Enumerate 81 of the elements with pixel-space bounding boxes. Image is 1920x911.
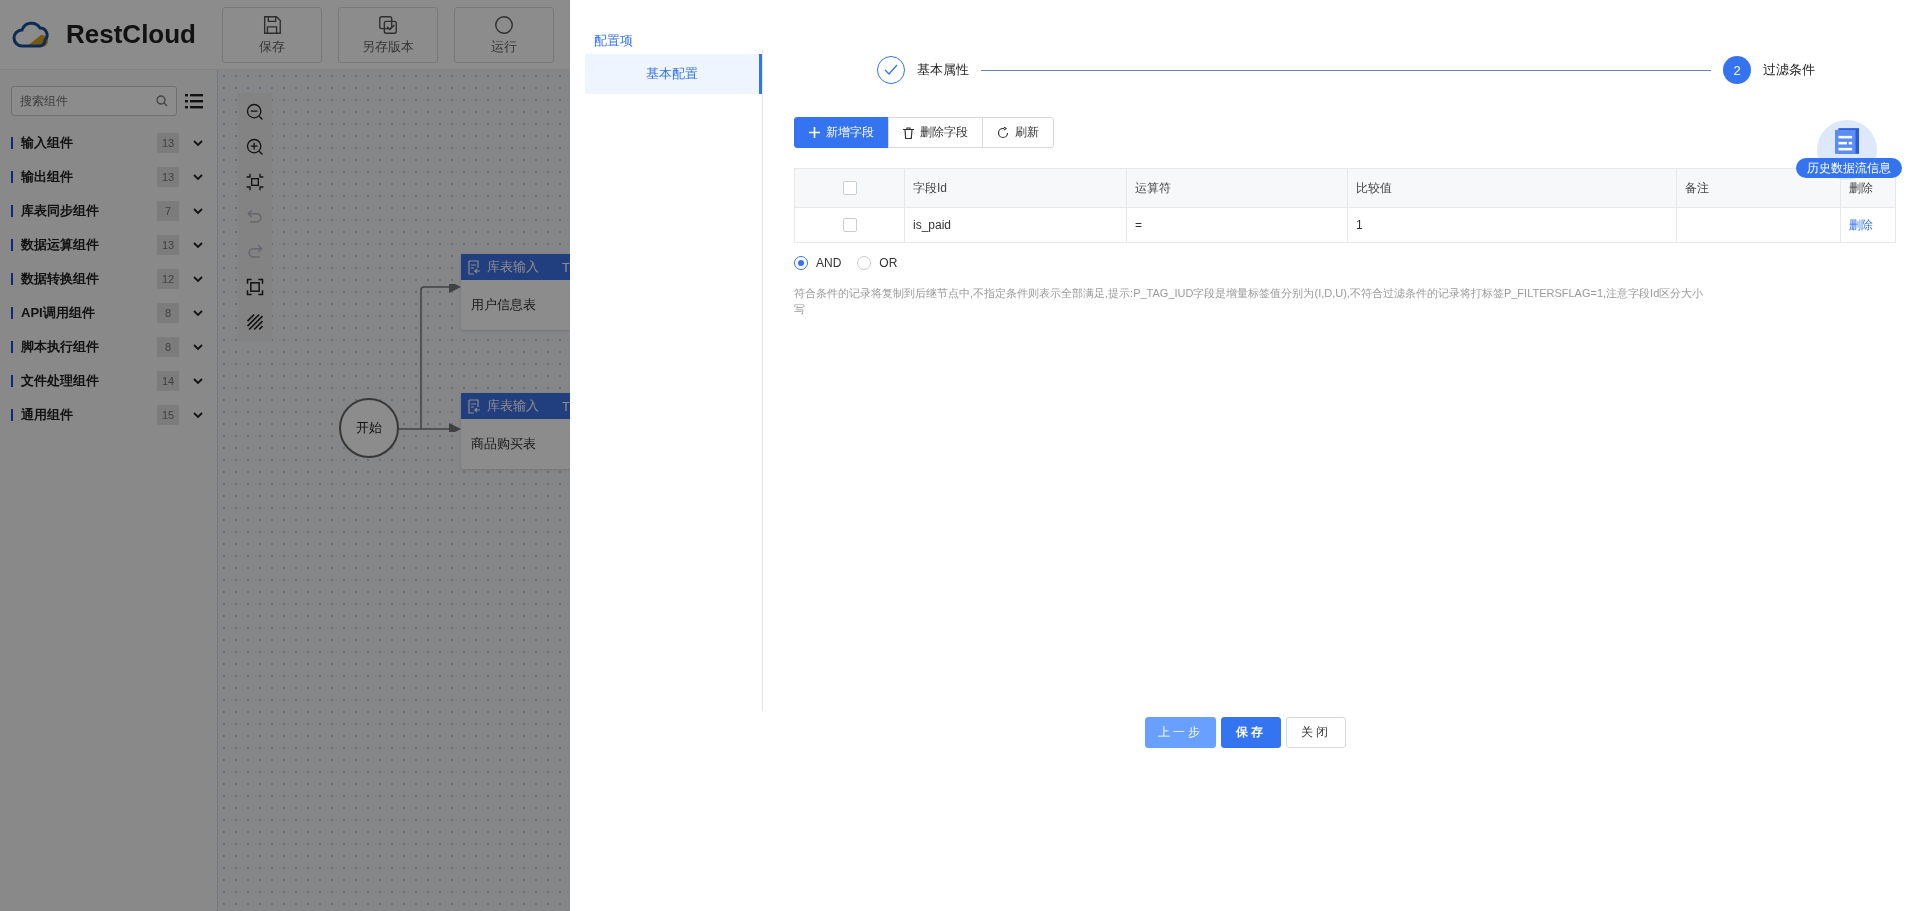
node-type: 库表输入 [487,258,540,276]
node-title: 商品购买表 [471,435,536,453]
component-group[interactable]: 输出组件 13 [0,160,217,194]
toolbar-button[interactable]: 保存 [222,6,322,63]
checkbox[interactable] [842,218,857,233]
count-badge: 13 [157,235,179,255]
chevron-down-icon [193,343,203,351]
table-cell: = [1135,218,1142,232]
copy-icon [377,13,399,36]
toolbar-button[interactable]: 另存版本 [338,6,438,63]
zoom-out-icon[interactable] [245,102,265,122]
circle-icon [493,13,515,36]
chevron-down-icon [193,309,203,317]
node-tag: T [562,259,570,275]
radio-option[interactable]: AND [794,256,842,270]
radio-option[interactable]: OR [857,256,898,270]
document-icon [467,259,481,275]
count-badge: 14 [157,371,179,391]
step-label: 基本属性 [917,61,969,79]
table-input-node[interactable]: 库表输入 T 用户信息表 [461,254,570,330]
checkbox[interactable] [842,181,857,196]
table-input-node[interactable]: 库表输入 T 商品购买表 [461,393,570,469]
plus-icon [809,127,820,138]
refresh-icon [997,126,1009,139]
hint-text: 符合条件的记录将复制到后继节点中,不指定条件则表示全部满足,提示:P_TAG_IUD字段是增量标签值分别为(I,D,U),不符合过滤条件的记录将打标签P_FILTERSFLAG=1,注意字段Id区分大小写 [794,286,1705,317]
fit-icon[interactable] [245,172,265,192]
count-badge: 8 [157,303,179,323]
search-icon[interactable] [156,95,168,107]
table-cell: 1 [1356,218,1363,232]
trash-icon [903,126,914,139]
count-badge: 8 [157,337,179,357]
save-icon [261,13,283,36]
step-number: 2 [1723,56,1751,84]
chevron-down-icon [193,173,203,181]
component-group[interactable]: 通用组件 15 [0,398,217,432]
node-title: 用户信息表 [471,296,536,314]
chevron-down-icon [193,139,203,147]
component-group[interactable]: API调用组件 8 [0,296,217,330]
count-badge: 15 [157,405,179,425]
node-tag: T [562,398,570,414]
component-group[interactable]: 文件处理组件 14 [0,364,217,398]
history-badge[interactable]: 历史数据流信息 [1796,158,1902,178]
save-button[interactable]: 保存 [1220,717,1281,748]
node-type: 库表输入 [487,397,540,415]
count-badge: 7 [157,201,179,221]
column-header: 备注 [1685,180,1709,195]
chevron-down-icon [193,377,203,385]
component-group[interactable]: 数据运算组件 13 [0,228,217,262]
start-node[interactable]: 开始 [339,398,399,458]
chevron-down-icon [193,207,203,215]
zoom-in-icon[interactable] [245,137,265,157]
section-title: 配置项 [593,32,634,50]
app-logo-text: RestCloud [66,19,196,50]
add-button[interactable]: 新增字段 [794,117,889,148]
count-badge: 13 [157,133,179,153]
column-header: 字段Id [913,180,947,195]
chevron-down-icon [193,275,203,283]
frame-icon[interactable] [245,277,265,297]
step-label: 过滤条件 [1763,61,1815,79]
table-cell: is_paid [913,218,952,232]
delete-button[interactable]: 删除字段 [888,117,983,148]
chevron-down-icon [193,241,203,249]
search-field[interactable]: 搜索组件 [11,86,177,116]
delete-link[interactable]: 删除 [1849,217,1873,232]
document-icon[interactable] [1835,128,1859,154]
component-group[interactable]: 库表同步组件 7 [0,194,217,228]
column-header: 运算符 [1135,180,1171,195]
cloud-logo-icon [12,19,52,50]
component-group[interactable]: 脚本执行组件 8 [0,330,217,364]
close-button[interactable]: 关闭 [1285,717,1346,748]
refresh-button[interactable]: 刷新 [982,117,1054,148]
hatch-icon[interactable] [245,312,265,332]
menu-item[interactable]: 基本配置 [585,54,762,94]
document-icon [467,398,481,414]
toolbar-button[interactable]: 运行 [454,6,554,63]
count-badge: 13 [157,167,179,187]
column-header: 比较值 [1356,180,1392,195]
column-header: 删除 [1849,180,1873,195]
chevron-down-icon [193,411,203,419]
component-group[interactable]: 输入组件 13 [0,126,217,160]
list-icon[interactable] [185,93,203,109]
